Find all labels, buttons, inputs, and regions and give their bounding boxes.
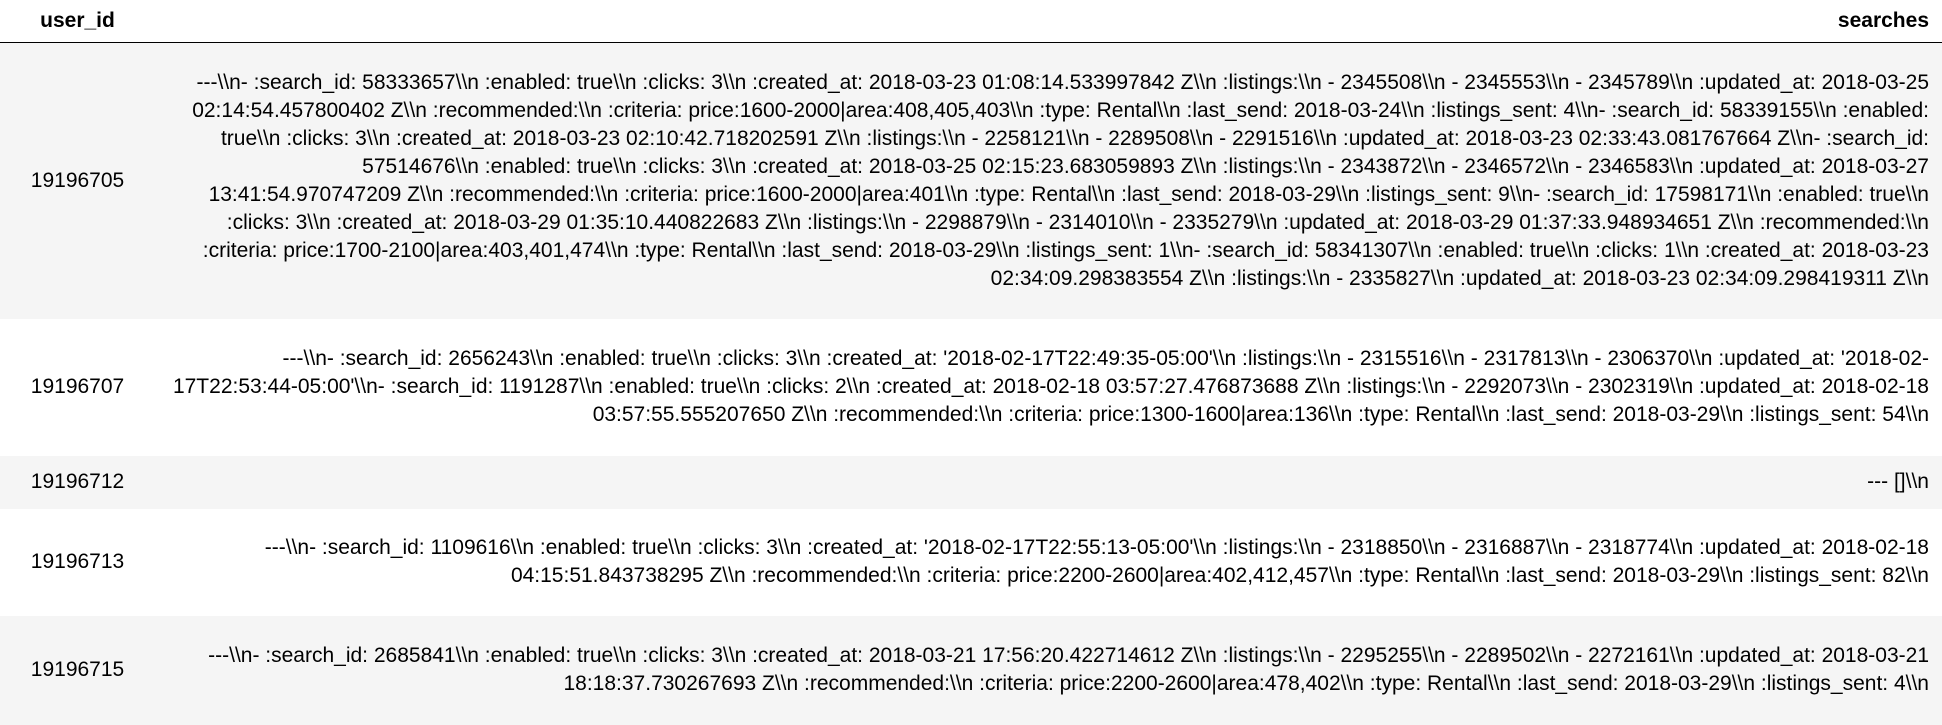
table-row: 19196715 ---\\n- :search_id: 2685841\\n … [0, 615, 1942, 725]
user-id-cell: 19196712 [30, 470, 125, 493]
searches-cell: --- []\\n [1867, 470, 1929, 493]
searches-cell: ---\\n- :search_id: 58333657\\n :enabled… [192, 70, 1929, 290]
table-row: 19196707 ---\\n- :search_id: 2656243\\n … [0, 318, 1942, 456]
user-id-cell: 19196705 [30, 168, 125, 192]
user-id-cell: 19196713 [30, 550, 125, 573]
searches-cell: ---\\n- :search_id: 2685841\\n :enabled:… [208, 644, 1929, 695]
table-row: 19196705 ---\\n- :search_id: 58333657\\n… [0, 42, 1942, 319]
header-row: user_id searches [0, 0, 1942, 43]
column-header-searches: searches [160, 0, 1942, 43]
searches-cell: ---\\n- :search_id: 2656243\\n :enabled:… [172, 347, 1929, 426]
column-header-user-id: user_id [0, 0, 160, 43]
searches-cell: ---\\n- :search_id: 1109616\\n :enabled:… [264, 536, 1929, 587]
user-id-cell: 19196707 [30, 375, 125, 398]
table-row: 19196713 ---\\n- :search_id: 1109616\\n … [0, 508, 1942, 616]
dataframe-table: user_id searches 19196705 ---\\n- :searc… [0, 0, 1942, 725]
table-body: 19196705 ---\\n- :search_id: 58333657\\n… [0, 42, 1942, 725]
table-header: user_id searches [0, 0, 1942, 43]
table-row: 19196712 --- []\\n [0, 455, 1942, 509]
user-id-cell: 19196715 [30, 658, 125, 681]
